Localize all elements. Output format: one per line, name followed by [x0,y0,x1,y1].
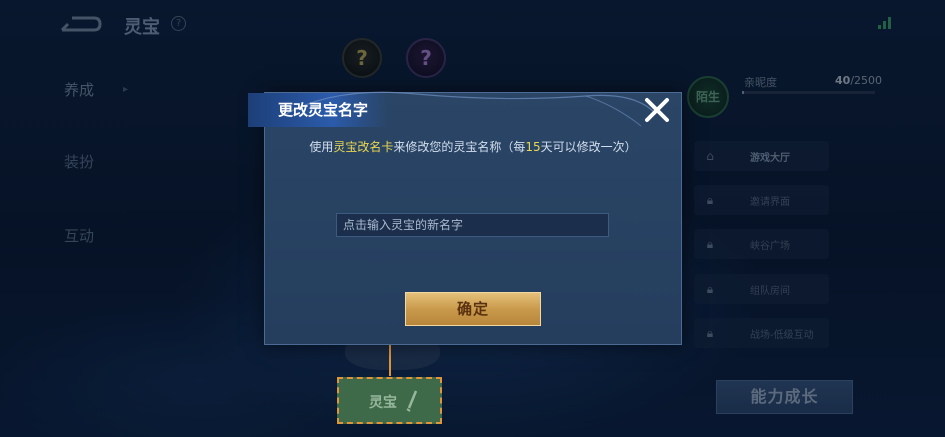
rename-card-item: 灵宝改名卡 [333,140,394,154]
brush-icon [406,390,418,412]
lingbao-tab-label: 灵宝 [369,395,397,411]
desc-suffix: 天可以修改一次） [540,140,637,154]
lingbao-tab[interactable]: 灵宝 [337,377,442,424]
desc-middle: 来修改您的灵宝名称（每 [393,140,526,154]
confirm-button[interactable]: 确定 [405,292,541,326]
desc-prefix: 使用 [309,140,334,154]
new-name-input[interactable] [336,213,609,237]
rename-interval-days: 15 [525,140,541,154]
close-icon[interactable] [641,94,673,126]
dialog-title: 更改灵宝名字 [278,101,369,119]
dialog-description: 使用灵宝改名卡来修改您的灵宝名称（每15天可以修改一次） [264,138,682,155]
